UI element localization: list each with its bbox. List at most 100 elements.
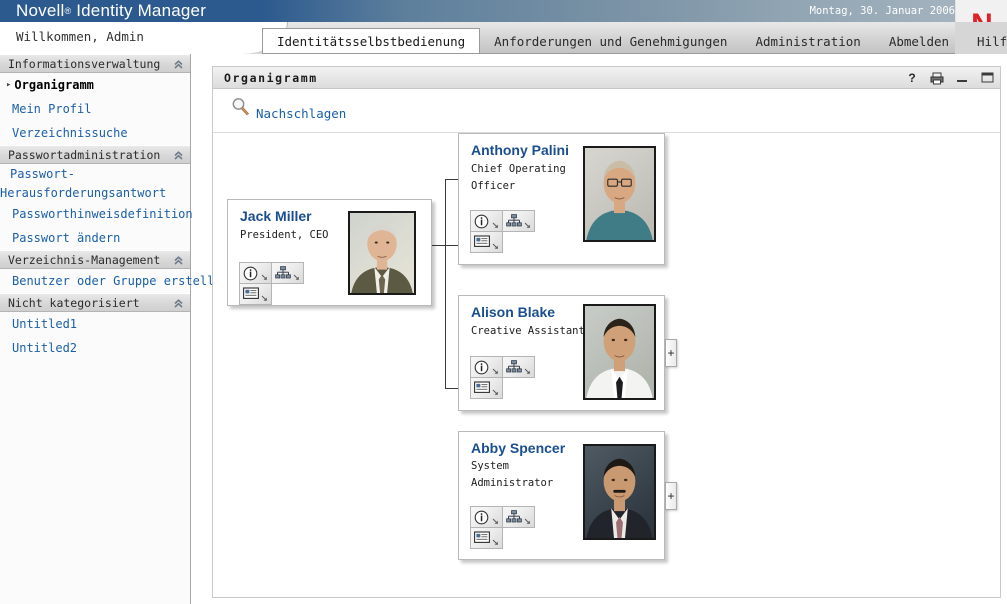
tab-anforderungen-und-genehmigungen[interactable]: Anforderungen und Genehmigungen bbox=[480, 29, 741, 54]
sidebar-item-passwort[interactable]: Passwort- Herausforderungsantwort bbox=[0, 164, 190, 202]
nav-underline bbox=[262, 53, 955, 54]
card-title-line: Administrator bbox=[471, 477, 554, 489]
tab-hilfe[interactable]: Hilfe bbox=[963, 29, 1007, 54]
sidebar-item-verzeichnissuche[interactable]: Verzeichnissuche bbox=[0, 121, 190, 145]
card-person-title: System Administrator bbox=[471, 458, 596, 492]
sidebar-item-passworthinweisdefinition[interactable]: Passworthinweisdefinition bbox=[0, 202, 193, 226]
connector-child-stub-3 bbox=[445, 388, 458, 389]
org-chart-canvas: Jack Miller President, CEO Anthony Palini C… bbox=[213, 133, 1000, 597]
sidebar-item-organigramm[interactable]: ▸ Organigramm bbox=[0, 73, 190, 97]
card-person-title: Creative Assistant bbox=[471, 323, 596, 340]
org-chart-button[interactable] bbox=[271, 262, 304, 284]
sidebar-item-label: Mein Profil bbox=[12, 102, 92, 116]
lookup-label: Nachschlagen bbox=[256, 106, 347, 121]
sidebar-item-passwort-ändern[interactable]: Passwort ändern bbox=[0, 226, 190, 250]
card-title-line: Officer bbox=[471, 180, 516, 192]
card-action-buttons bbox=[239, 262, 307, 305]
lookup-action[interactable]: Nachschlagen bbox=[231, 97, 346, 121]
current-date: Montag, 30. Januar 2006 bbox=[809, 5, 955, 17]
sidebar-group-header[interactable]: Informationsverwaltung bbox=[0, 54, 190, 73]
org-chart-button[interactable] bbox=[502, 356, 535, 378]
org-chart-card[interactable]: Anthony Palini Chief Operating Officer bbox=[458, 133, 665, 265]
email-card-button[interactable] bbox=[470, 377, 503, 399]
sidebar-item-label: Passworthinweisdefinition bbox=[12, 207, 193, 221]
portlet-header: Organigramm ? bbox=[213, 67, 1000, 89]
chevron-up-double-icon[interactable] bbox=[171, 253, 185, 267]
org-chart-card[interactable]: Alison Blake Creative Assistant bbox=[458, 295, 665, 411]
card-person-title: President, CEO bbox=[240, 227, 365, 244]
current-item-bullet-icon: ▸ bbox=[6, 79, 12, 90]
info-button[interactable] bbox=[239, 262, 272, 284]
email-card-button[interactable] bbox=[470, 231, 503, 253]
card-person-name[interactable]: Anthony Palini bbox=[471, 142, 569, 158]
sidebar-item-benutzer-oder-gruppe-erstellen[interactable]: Benutzer oder Gruppe erstellen bbox=[0, 269, 229, 293]
card-person-name[interactable]: Abby Spencer bbox=[471, 440, 565, 456]
card-person-name[interactable]: Alison Blake bbox=[471, 304, 555, 320]
expand-subtree-button[interactable]: + bbox=[665, 339, 677, 367]
card-title-line: Creative Assistant bbox=[471, 325, 585, 337]
registered-mark-icon: ® bbox=[64, 6, 72, 16]
avatar bbox=[583, 304, 656, 400]
tab-abmelden[interactable]: Abmelden bbox=[875, 29, 963, 54]
connector-vertical-trunk bbox=[445, 179, 446, 389]
card-action-buttons bbox=[470, 356, 538, 399]
print-icon[interactable] bbox=[930, 70, 944, 86]
info-button[interactable] bbox=[470, 506, 503, 528]
magnifier-icon bbox=[231, 97, 250, 121]
sidebar-group-header[interactable]: Passwortadministration bbox=[0, 145, 190, 164]
product-name: Identity Manager bbox=[76, 1, 207, 20]
svg-text:?: ? bbox=[908, 71, 915, 85]
sidebar-group-label: Verzeichnis-Management bbox=[8, 252, 161, 267]
card-action-buttons bbox=[470, 506, 538, 549]
page-title: Organigramm bbox=[224, 71, 318, 85]
sidebar-item-label: Passwort- bbox=[10, 167, 76, 181]
sidebar-item-untitled1[interactable]: Untitled1 bbox=[0, 312, 190, 336]
avatar bbox=[583, 444, 656, 540]
avatar bbox=[348, 211, 416, 295]
tab-administration[interactable]: Administration bbox=[741, 29, 874, 54]
help-icon[interactable]: ? bbox=[905, 70, 919, 86]
expand-subtree-button[interactable]: + bbox=[665, 482, 677, 510]
card-person-name[interactable]: Jack Miller bbox=[240, 208, 312, 224]
sidebar-item-label: Verzeichnissuche bbox=[12, 126, 128, 140]
email-card-button[interactable] bbox=[470, 527, 503, 549]
tab-identitätsselbstbedienung[interactable]: Identitätsselbstbedienung bbox=[262, 28, 481, 54]
connector-root-stub bbox=[432, 245, 446, 246]
org-chart-button[interactable] bbox=[502, 506, 535, 528]
sidebar-item-label: Passwort ändern bbox=[12, 231, 121, 245]
chevron-up-double-icon[interactable] bbox=[171, 296, 185, 310]
portlet-window-controls: ? bbox=[905, 67, 994, 89]
card-person-title: Chief Operating Officer bbox=[471, 161, 596, 195]
sidebar-group-label: Nicht kategorisiert bbox=[8, 295, 140, 310]
sidebar-item-label: Benutzer oder Gruppe erstellen bbox=[12, 274, 229, 288]
connector-child-stub-1 bbox=[445, 179, 458, 180]
info-button[interactable] bbox=[470, 356, 503, 378]
org-chart-card[interactable]: Abby Spencer System Administrator bbox=[458, 431, 665, 560]
sidebar-item-untitled2[interactable]: Untitled2 bbox=[0, 336, 190, 360]
sidebar-group-label: Informationsverwaltung bbox=[8, 56, 161, 71]
minimize-icon[interactable] bbox=[955, 70, 969, 86]
sidebar-group-label: Passwortadministration bbox=[8, 147, 161, 162]
maximize-icon[interactable] bbox=[980, 70, 994, 86]
sidebar-item-label-line2: Herausforderungsantwort bbox=[0, 186, 167, 200]
organigramm-portlet: Organigramm ? Nachschlagen Jack Miller P… bbox=[212, 66, 1001, 598]
connector-child-stub-2 bbox=[445, 245, 458, 246]
brand-name: Novell bbox=[16, 1, 65, 20]
welcome-text: Willkommen, Admin bbox=[16, 29, 144, 44]
org-chart-card[interactable]: Jack Miller President, CEO bbox=[227, 199, 432, 306]
sidebar-group-header[interactable]: Nicht kategorisiert bbox=[0, 293, 190, 312]
email-card-button[interactable] bbox=[239, 283, 272, 305]
sidebar-item-label: Organigramm bbox=[14, 78, 94, 92]
info-button[interactable] bbox=[470, 210, 503, 232]
sidebar-group-header[interactable]: Verzeichnis-Management bbox=[0, 250, 190, 269]
sidebar-item-label: Untitled1 bbox=[12, 317, 78, 331]
main-navigation-tabs: Identitätsselbstbedienung Anforderungen u… bbox=[262, 22, 1007, 54]
sidebar-item-mein-profil[interactable]: Mein Profil bbox=[0, 97, 190, 121]
card-action-buttons bbox=[470, 210, 538, 253]
card-title-line: System bbox=[471, 460, 509, 472]
sidebar-navigation: Informationsverwaltung ▸ Organigramm Mein P… bbox=[0, 54, 229, 604]
org-chart-button[interactable] bbox=[502, 210, 535, 232]
chevron-up-double-icon[interactable] bbox=[171, 57, 185, 71]
sidebar-item-label: Untitled2 bbox=[12, 341, 78, 355]
chevron-up-double-icon[interactable] bbox=[171, 148, 185, 162]
